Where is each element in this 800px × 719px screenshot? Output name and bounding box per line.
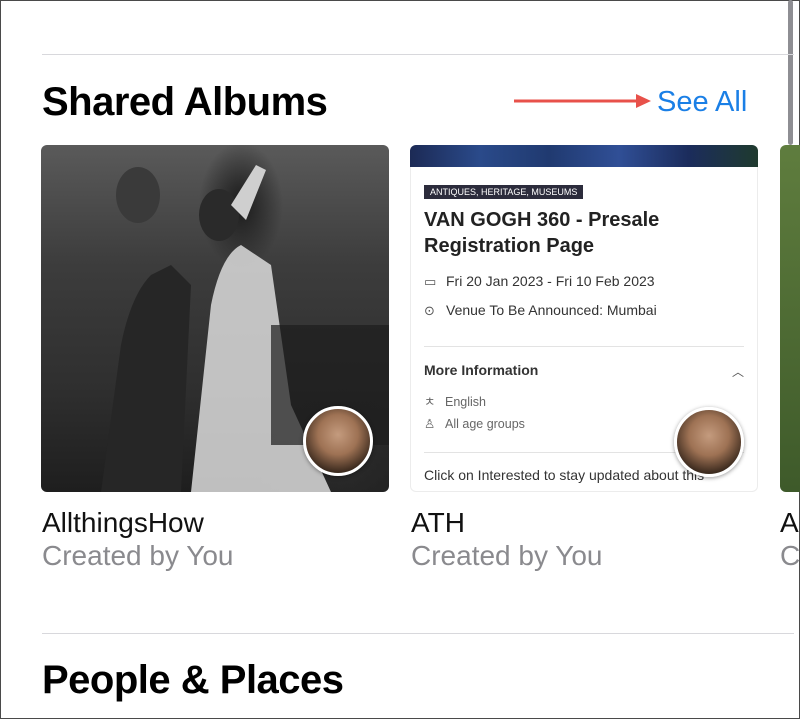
album-subtitle: Created by You: [42, 540, 234, 571]
section-divider: [42, 633, 794, 634]
album-card-allthingshow[interactable]: AllthingsHow Created by You: [41, 145, 389, 571]
doc-date: Fri 20 Jan 2023 - Fri 10 Feb 2023: [446, 273, 655, 289]
people-places-title: People & Places: [42, 658, 344, 702]
scrollbar[interactable]: [788, 0, 793, 145]
owner-avatar: [303, 406, 373, 476]
doc-divider: [424, 346, 744, 347]
location-pin-icon: ⊙: [424, 303, 435, 318]
doc-event-title: VAN GOGH 360 - Presale Registration Page: [424, 209, 660, 257]
top-divider: [42, 54, 794, 55]
doc-footer-text: Click on Interested to stay updated abou…: [424, 467, 705, 483]
doc-category-tag: ANTIQUES, HERITAGE, MUSEUMS: [424, 185, 584, 199]
album-name: AllthingsHow: [42, 507, 204, 538]
doc-age-line: ♙ All age groups: [424, 416, 525, 431]
doc-age: All age groups: [445, 417, 525, 431]
album-subtitle: Created by You: [411, 540, 603, 571]
doc-more-info-heading: More Information: [424, 362, 539, 378]
doc-language: English: [445, 395, 486, 409]
album-name: ATH: [411, 507, 465, 538]
doc-banner-image: [410, 145, 758, 167]
annotation-arrow-icon: [514, 94, 651, 108]
album-thumbnail-document: ANTIQUES, HERITAGE, MUSEUMS VAN GOGH 360…: [410, 145, 758, 492]
person-icon: ♙: [424, 417, 436, 431]
chevron-up-icon: ︿: [732, 365, 745, 379]
shared-albums-title: Shared Albums: [42, 80, 328, 124]
album-subtitle: C: [780, 540, 800, 571]
see-all-link[interactable]: See All: [657, 88, 747, 117]
doc-language-line: ㅊ English: [424, 391, 486, 410]
doc-date-line: ▭ Fri 20 Jan 2023 - Fri 10 Feb 2023: [424, 273, 655, 290]
translate-icon: ㅊ: [424, 395, 436, 409]
album-card-ath[interactable]: ANTIQUES, HERITAGE, MUSEUMS VAN GOGH 360…: [410, 145, 758, 571]
doc-venue: Venue To Be Announced: Mumbai: [446, 302, 657, 318]
album-card-partial[interactable]: A C: [780, 145, 800, 571]
album-thumbnail-partial: [780, 145, 800, 492]
album-name: A: [780, 507, 799, 538]
calendar-icon: ▭: [424, 274, 437, 289]
doc-venue-line: ⊙ Venue To Be Announced: Mumbai: [424, 302, 657, 319]
album-thumbnail-photo: [41, 145, 389, 492]
owner-avatar: [674, 407, 744, 477]
